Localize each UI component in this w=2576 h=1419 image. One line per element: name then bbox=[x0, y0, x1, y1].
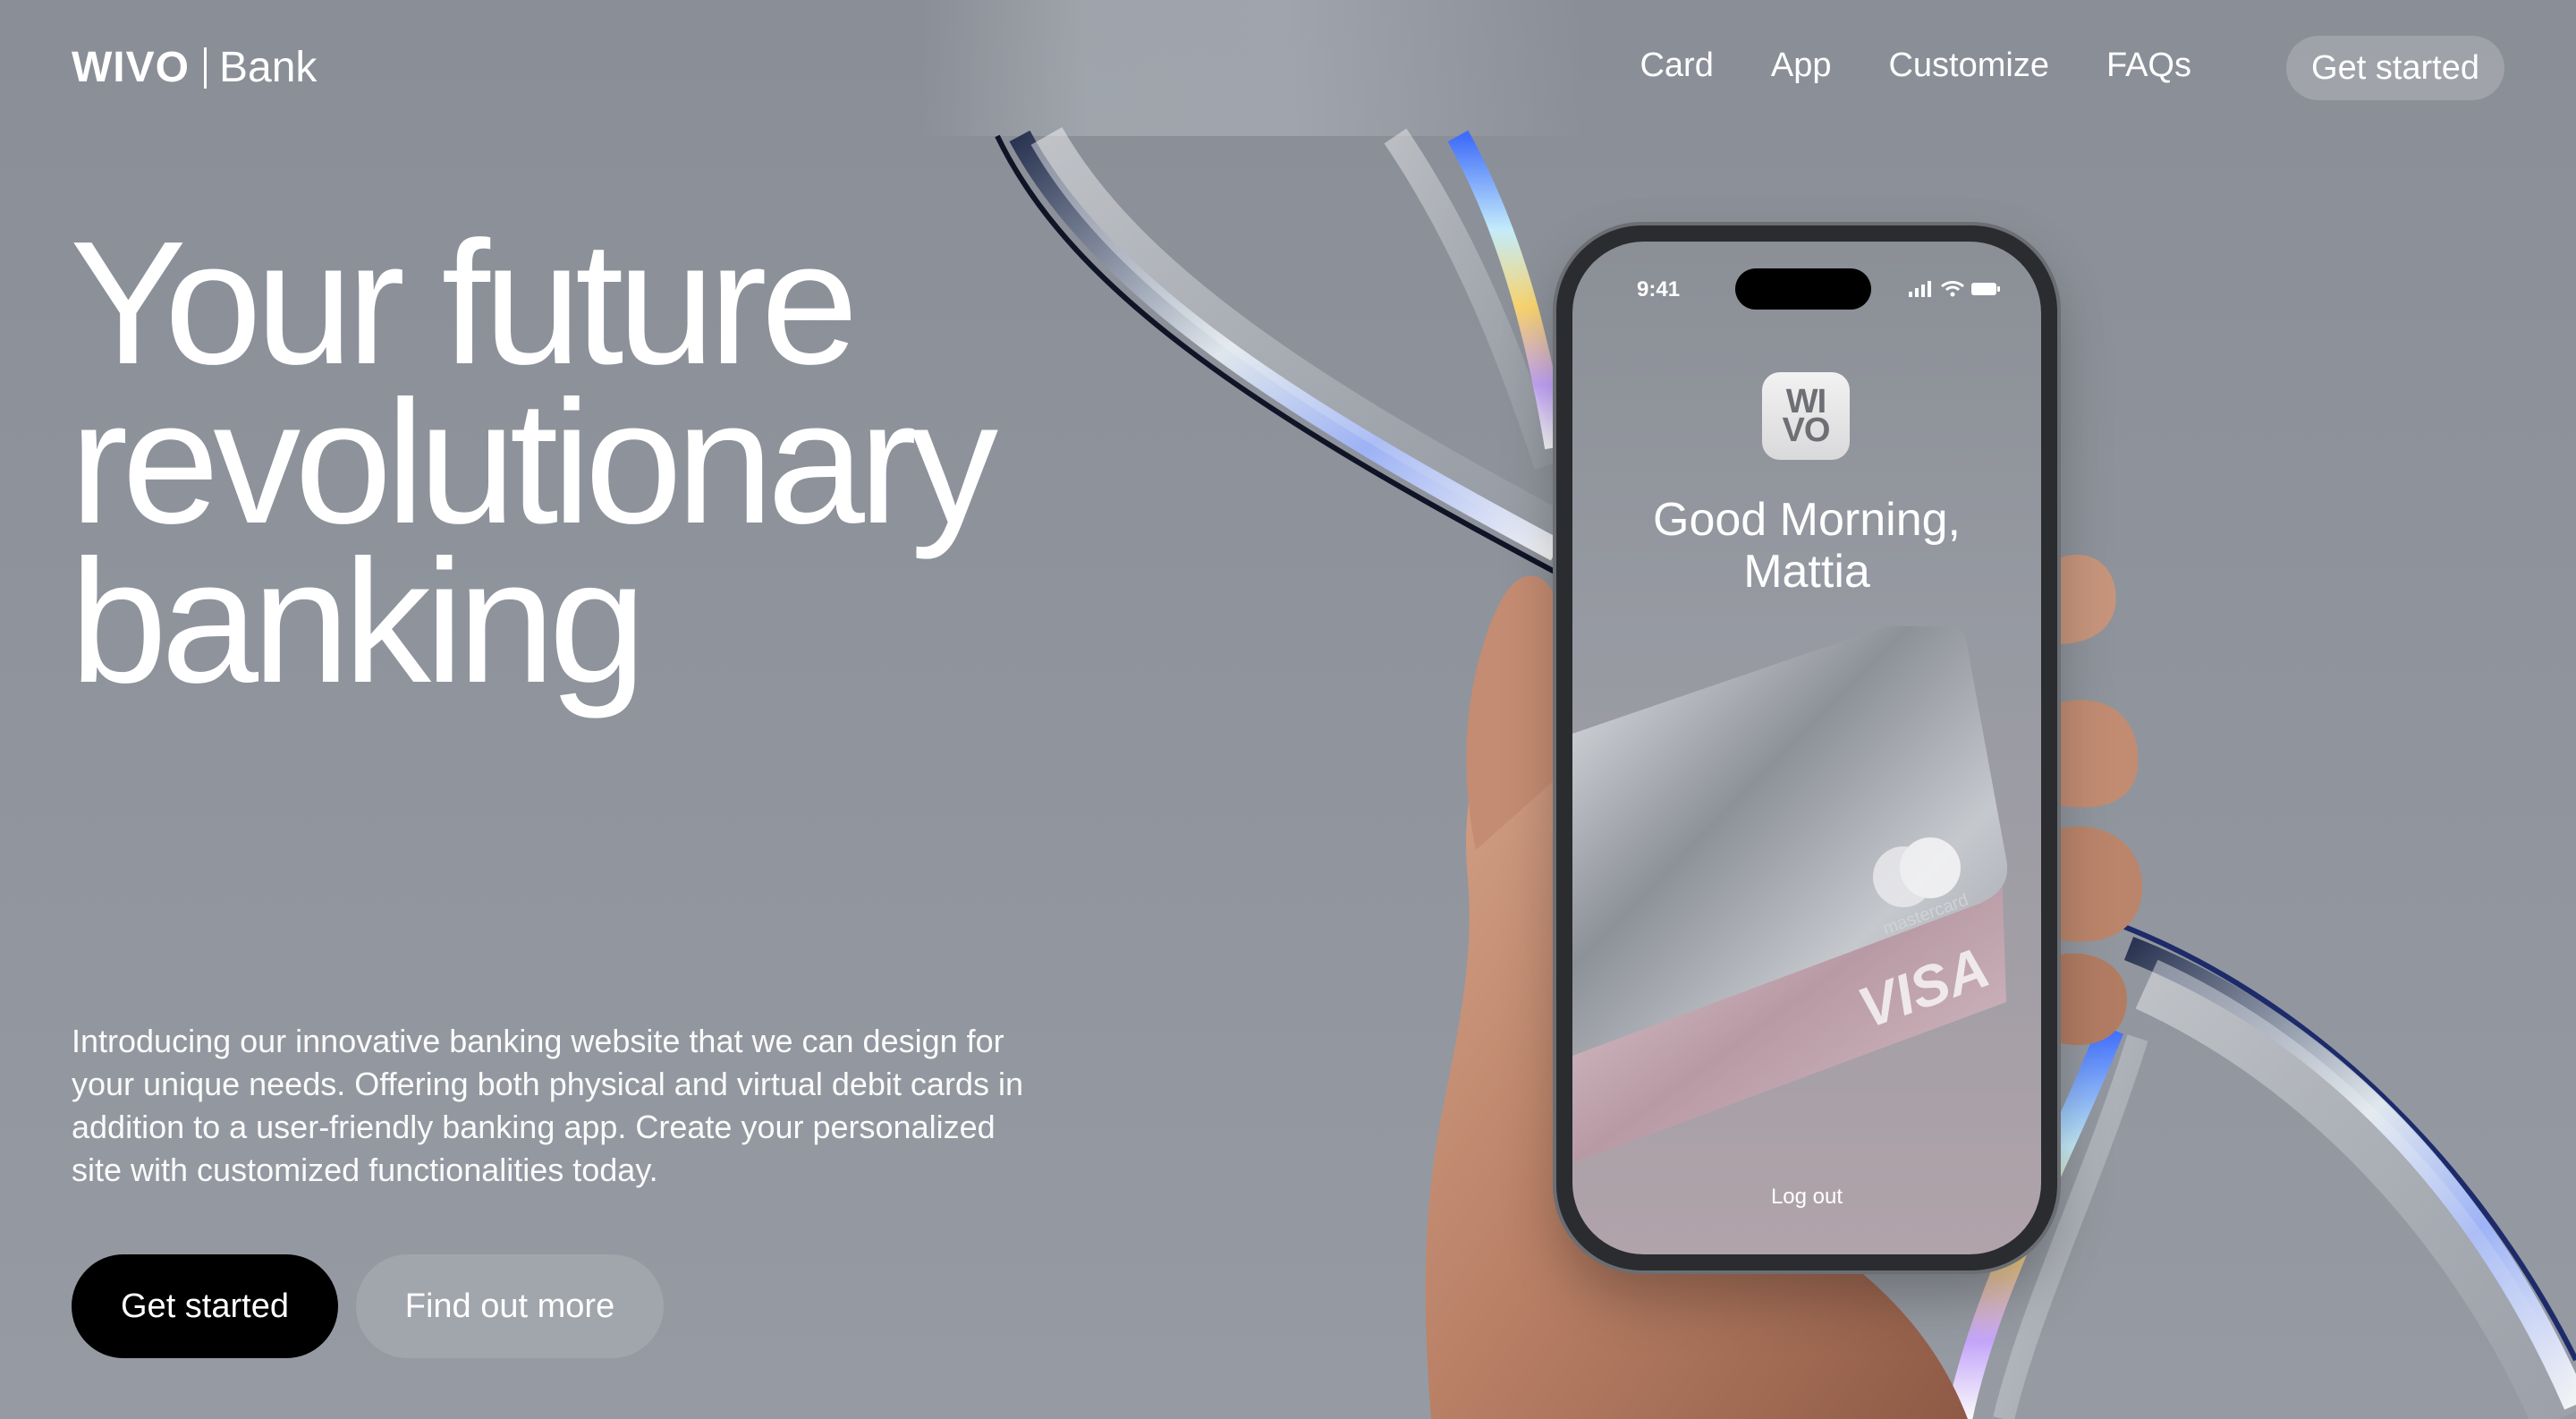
battery-icon bbox=[1971, 283, 2000, 295]
nav-link-card[interactable]: Card bbox=[1640, 47, 1713, 85]
get-started-button[interactable]: Get started bbox=[72, 1254, 338, 1358]
nav-links: Card App Customize FAQs bbox=[1640, 47, 2191, 85]
brand-logo[interactable]: WIVO Bank bbox=[72, 43, 317, 92]
wivo-app-icon: WI VO bbox=[1762, 372, 1850, 460]
top-nav: WIVO Bank Card App Customize FAQs Get st… bbox=[0, 0, 2576, 136]
nav-link-app[interactable]: App bbox=[1771, 47, 1832, 85]
hero-intro: Introducing our innovative banking websi… bbox=[72, 1023, 1023, 1188]
wifi-icon bbox=[1941, 281, 1964, 297]
phone-screen: 9:41 WI VO Good Morning, Mattia VISA mas… bbox=[1572, 242, 2041, 1254]
app-icon-line-2: VO bbox=[1782, 412, 1831, 449]
headline-line-1: Your future bbox=[70, 205, 859, 401]
brand-divider bbox=[204, 47, 207, 89]
nav-link-faqs[interactable]: FAQs bbox=[2106, 47, 2191, 85]
landing-page: WIVO Bank Card App Customize FAQs Get st… bbox=[0, 0, 2576, 1419]
phone-mockup: 9:41 WI VO Good Morning, Mattia VISA mas… bbox=[1556, 225, 2057, 1270]
signal-icon bbox=[1909, 281, 1931, 297]
greeting: Good Morning, Mattia bbox=[1572, 494, 2041, 598]
status-time: 9:41 bbox=[1637, 277, 1681, 302]
brand-sub: Bank bbox=[219, 44, 318, 91]
hero-headline: Your future revolutionary banking bbox=[70, 205, 1143, 719]
greeting-name: Mattia bbox=[1743, 546, 1870, 598]
logout-link[interactable]: Log out bbox=[1572, 1185, 2041, 1210]
greeting-line-1: Good Morning, bbox=[1653, 494, 1961, 546]
cards-graphic: VISA mastercard bbox=[1572, 626, 2008, 1163]
headline-line-3: banking bbox=[70, 523, 647, 719]
status-icons bbox=[1909, 281, 2000, 297]
nav-link-customize[interactable]: Customize bbox=[1888, 47, 2049, 85]
nav-get-started-button[interactable]: Get started bbox=[2286, 36, 2504, 100]
dynamic-island bbox=[1735, 268, 1871, 310]
headline-line-2: revolutionary bbox=[70, 364, 998, 560]
brand-name: WIVO bbox=[72, 44, 190, 91]
find-out-more-button[interactable]: Find out more bbox=[356, 1254, 664, 1358]
